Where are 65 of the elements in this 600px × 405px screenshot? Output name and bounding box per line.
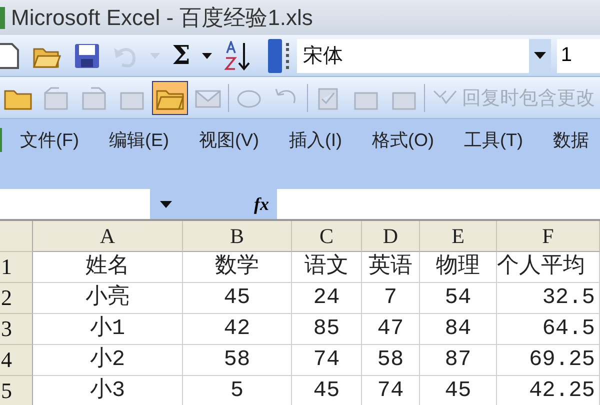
row-header[interactable]: 4 — [0, 345, 33, 376]
column-header[interactable]: B — [183, 221, 292, 252]
column-header[interactable]: C — [292, 221, 362, 252]
insert-function-button[interactable]: fx — [254, 194, 272, 214]
table-cell: 32.5 — [497, 283, 600, 314]
table-cell: 物理 — [420, 252, 497, 283]
table-cell: 42.25 — [497, 376, 600, 405]
folders-button[interactable] — [152, 80, 188, 114]
table-cell: 74 — [292, 345, 362, 376]
font-size-field[interactable]: 1 — [556, 38, 600, 72]
dropdown-icon[interactable] — [160, 200, 172, 208]
caret-icon — [202, 52, 212, 58]
excel-icon — [0, 6, 5, 28]
table-cell: 小2 — [33, 345, 183, 376]
menu-item[interactable]: 视图(V) — [198, 128, 259, 152]
formula-field[interactable] — [277, 189, 600, 219]
column-header[interactable]: A — [33, 221, 183, 252]
column-header[interactable]: D — [362, 221, 420, 252]
table-cell: 英语 — [362, 252, 420, 283]
menu-item[interactable]: 工具(T) — [464, 128, 523, 152]
table-cell: 24 — [292, 283, 362, 314]
row-header[interactable]: 1 — [0, 252, 33, 283]
window-title: Microsoft Excel - 百度经验1.xls — [11, 4, 313, 32]
menu-item[interactable]: 插入(I) — [288, 128, 342, 152]
table-cell: 58 — [183, 345, 292, 376]
table-cell: 5 — [183, 376, 292, 405]
row-header[interactable]: 2 — [0, 283, 33, 314]
table-cell: 42 — [183, 314, 292, 345]
table-cell: 语文 — [292, 252, 362, 283]
table-cell: 74 — [362, 376, 420, 405]
table-cell: 45 — [292, 376, 362, 405]
menu-item[interactable]: 数据 — [552, 128, 589, 152]
caret-icon — [150, 52, 160, 58]
menu-item[interactable]: 编辑(E) — [108, 128, 169, 152]
autosum-button[interactable]: Σ — [166, 38, 196, 72]
table-cell: 87 — [420, 345, 497, 376]
column-header[interactable]: E — [420, 221, 497, 252]
table-cell: 姓名 — [33, 252, 183, 283]
menu-item[interactable]: 格式(O) — [372, 128, 434, 152]
table-cell: 47 — [362, 314, 420, 345]
table-cell: 45 — [183, 283, 292, 314]
table-cell: 小1 — [33, 314, 183, 345]
table-cell: 个人平均 — [497, 252, 600, 283]
sort-icon — [224, 40, 252, 70]
dropdown-icon[interactable] — [528, 38, 551, 72]
column-header[interactable]: F — [497, 221, 600, 252]
table-cell: 7 — [362, 283, 420, 314]
row-header[interactable]: 5 — [0, 376, 33, 405]
menu-item[interactable]: 文件(F) — [20, 128, 79, 152]
select-all-button[interactable] — [0, 221, 33, 252]
table-cell: 小3 — [33, 376, 183, 405]
table-cell: 45 — [420, 376, 497, 405]
table-cell: 58 — [362, 345, 420, 376]
toolbar-options-icon[interactable] — [268, 38, 282, 72]
table-cell: 69.25 — [497, 345, 600, 376]
table-cell: 数学 — [183, 252, 292, 283]
font-field[interactable]: 宋体 — [296, 38, 551, 72]
table-cell: 54 — [420, 283, 497, 314]
document-icon — [0, 42, 20, 70]
table-cell: 84 — [420, 314, 497, 345]
table-cell: 64.5 — [497, 314, 600, 345]
table-cell: 小亮 — [33, 283, 183, 314]
table-cell: 85 — [292, 314, 362, 345]
name-box[interactable] — [0, 189, 150, 219]
row-header[interactable]: 3 — [0, 314, 33, 345]
